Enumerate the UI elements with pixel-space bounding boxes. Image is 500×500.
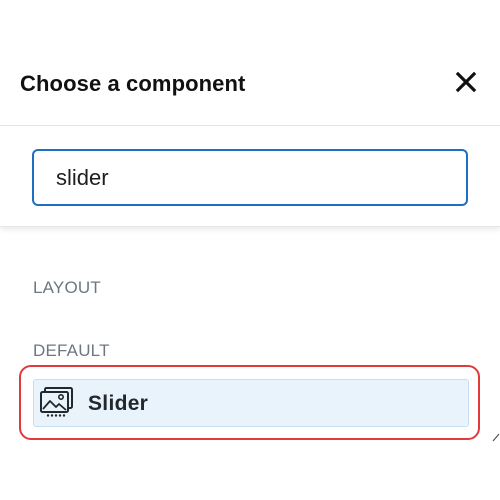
result-item-label: Slider [88, 392, 149, 415]
close-button[interactable] [454, 70, 478, 94]
search-input[interactable] [32, 149, 468, 206]
slider-gallery-icon [40, 387, 73, 417]
group-label-default: DEFAULT [33, 341, 110, 360]
close-icon [455, 71, 477, 93]
search-area [0, 127, 500, 227]
panel-header: Choose a component [0, 0, 500, 126]
panel-title: Choose a component [20, 71, 246, 96]
group-label-layout: LAYOUT [33, 278, 101, 297]
resize-grip-icon[interactable] [492, 432, 500, 442]
component-picker-panel: Choose a component LAYOUT DEFAULT Slider [0, 0, 500, 500]
result-item-slider[interactable]: Slider [33, 379, 469, 427]
